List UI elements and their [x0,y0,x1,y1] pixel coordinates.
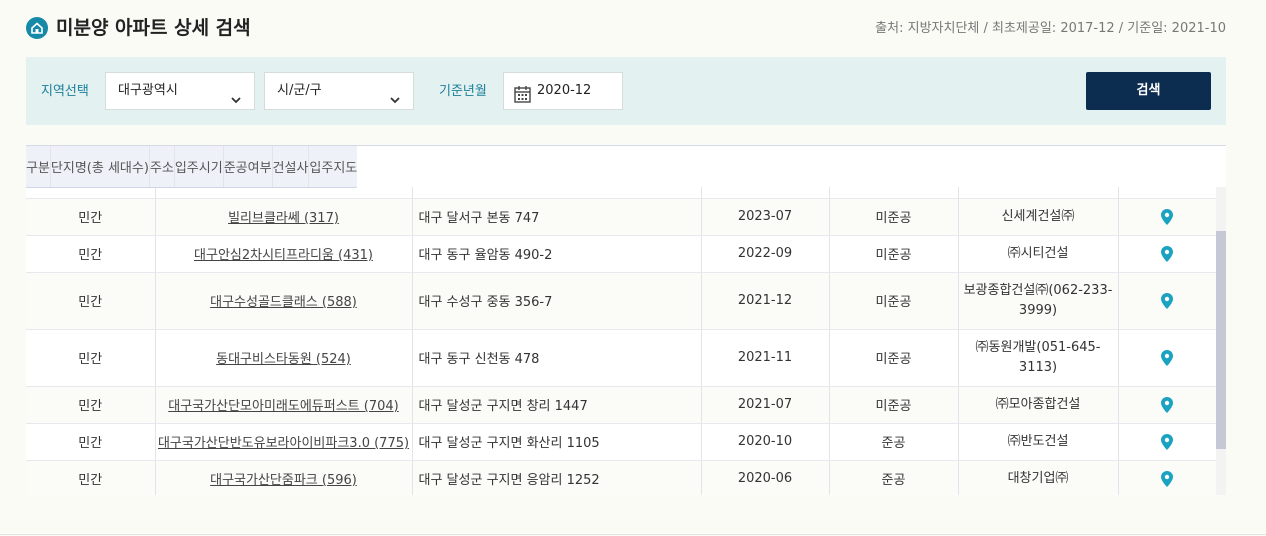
col-header-completion[interactable]: 준공여부 [223,146,273,188]
cell-type: 민간 [26,329,156,387]
scrollbar-thumb[interactable] [1216,231,1226,449]
cell-type: 민간 [26,198,156,236]
map-pin-icon[interactable] [1118,187,1216,199]
col-header-move-in[interactable]: 입주시기 [174,146,224,188]
cell-address: 대구 달성군 구지면 응암리 1252 [412,460,702,495]
complex-link[interactable]: 동대구비스타동원 (524) [216,352,351,367]
map-pin-icon[interactable] [1118,329,1216,387]
cell-builder: ㈜동원개발(051-645-3113) [958,329,1119,387]
page-header: 미분양 아파트 상세 검색 출처: 지방자치단체 / 최초제공일: 2017-1… [26,14,1226,42]
cell-move-in: 2021-07 [701,386,830,424]
search-button[interactable]: 검색 [1086,72,1211,110]
cell-address: 대구 달성군 구지면 창리 1447 [412,386,702,424]
cell-move-in: 2021-12 [701,272,830,330]
complex-link[interactable]: 대구국가산단모아미래도에듀퍼스트 (704) [168,399,398,414]
cell-type: 민간 [26,423,156,461]
cell-move-in: 2023-07 [701,198,830,236]
table-row[interactable]: 민간 동대구비스타동원 (524) 대구 동구 신천동 478 2021-11 … [26,329,1216,387]
cell-builder: 보광종합건설㈜(062-233-3999) [958,272,1119,330]
table-row[interactable]: 민간 빌리브클라쎄 (317) 대구 달서구 본동 747 2023-07 미준… [26,198,1216,236]
cell-address: 대구 달서구 본동 747 [412,198,702,236]
cell-builder: ㈜모아종합건설 [958,386,1119,424]
map-pin-icon[interactable] [1118,272,1216,330]
divider [0,534,1266,535]
table-row[interactable]: 민간 대구수성골드클래스 (588) 대구 수성구 중동 356-7 2021-… [26,272,1216,330]
cell-type: 민간 [26,386,156,424]
chevron-down-icon [230,85,242,121]
cell-move-in: 2022-09 [701,235,830,273]
table-scrollbar[interactable] [1216,187,1226,495]
filter-bar: 지역선택 대구광역시 시/군/구 기준년월 2020-12 검색 [26,57,1226,125]
table-row[interactable]: 민간 대구국가산단반도유보라아이비파크3.0 (775) 대구 달성군 구지면 … [26,423,1216,461]
col-header-builder[interactable]: 건설사 [272,146,310,188]
table-row[interactable]: 민간 대구안심2차시티프라디움 (431) 대구 동구 율암동 490-2 20… [26,235,1216,273]
table-row[interactable]: 민간 대구국가산단모아미래도에듀퍼스트 (704) 대구 달성군 구지면 창리 … [26,386,1216,424]
map-pin-icon[interactable] [1118,198,1216,236]
cell-address: 대구 수성구 중동 356-7 [412,272,702,330]
complex-link[interactable]: 빌리브클라쎄 (317) [228,211,339,226]
cell-name: 대구안심2차시티프라디움 (431) [155,235,413,273]
cell-name: 빌리브클라쎄 (317) [155,198,413,236]
cell-completion: 미준공 [829,272,959,330]
cell-name: 대구국가산단줌파크 (596) [155,460,413,495]
cell-completion: 준공 [829,460,959,495]
complex-link[interactable]: 대구국가산단반도유보라아이비파크3.0 (775) [158,436,409,451]
chevron-down-icon [389,85,401,121]
cell-name: 대구수성골드클래스 (588) [155,272,413,330]
table-row-partial [26,187,1216,199]
cell-completion: 미준공 [829,235,959,273]
table-body: 민간 빌리브클라쎄 (317) 대구 달서구 본동 747 2023-07 미준… [26,187,1216,495]
cell-name: 동대구비스타동원 (524) [155,329,413,387]
complex-link[interactable]: 대구안심2차시티프라디움 (431) [194,248,373,263]
date-label: 기준년월 [439,84,487,99]
col-header-name[interactable]: 단지명(총 세대수) [50,146,150,188]
cell-builder: ㈜반도건설 [958,423,1119,461]
table-row[interactable]: 민간 대구국가산단줌파크 (596) 대구 달성군 구지면 응암리 1252 2… [26,460,1216,495]
region-select-value: 대구광역시 [118,83,178,98]
cell-completion: 미준공 [829,329,959,387]
cell-type: 민간 [26,460,156,495]
cell-type: 민간 [26,272,156,330]
cell-builder: 신세계건설㈜ [958,198,1119,236]
district-select-value: 시/군/구 [277,83,322,98]
col-header-address[interactable]: 주소 [149,146,175,188]
table-body-scroll[interactable]: 민간 빌리브클라쎄 (317) 대구 달서구 본동 747 2023-07 미준… [26,187,1216,495]
map-pin-icon[interactable] [1118,386,1216,424]
map-pin-icon[interactable] [1118,235,1216,273]
cell-completion: 준공 [829,423,959,461]
cell-builder: 대창기업㈜ [958,460,1119,495]
map-pin-icon[interactable] [1118,423,1216,461]
date-input-value: 2020-12 [537,83,592,98]
col-header-type[interactable]: 구분 [26,146,51,188]
source-text: 출처: 지방자치단체 / 최초제공일: 2017-12 / 기준일: 2021-… [875,21,1226,36]
cell-name: 대구국가산단반도유보라아이비파크3.0 (775) [155,423,413,461]
cell-address: 대구 동구 신천동 478 [412,329,702,387]
complex-link[interactable]: 대구국가산단줌파크 (596) [210,473,357,488]
map-pin-icon[interactable] [1118,460,1216,495]
cell-move-in: 2021-11 [701,329,830,387]
region-label: 지역선택 [41,84,89,99]
cell-address: 대구 동구 율암동 490-2 [412,235,702,273]
cell-type: 민간 [26,235,156,273]
col-header-map[interactable]: 입주지도 [308,146,358,188]
cell-name: 대구국가산단모아미래도에듀퍼스트 (704) [155,386,413,424]
cell-completion: 미준공 [829,386,959,424]
cell-move-in: 2020-10 [701,423,830,461]
page-title: 미분양 아파트 상세 검색 [56,17,251,39]
home-icon [26,17,48,39]
cell-address: 대구 달성군 구지면 화산리 1105 [412,423,702,461]
results-table: 구분 단지명(총 세대수) 주소 입주시기 준공여부 건설사 입주지도 민간 빌… [26,145,1226,495]
cell-move-in: 2020-06 [701,460,830,495]
cell-builder: ㈜시티건설 [958,235,1119,273]
district-select[interactable]: 시/군/구 [264,72,414,110]
complex-link[interactable]: 대구수성골드클래스 (588) [210,295,357,310]
calendar-icon [514,82,531,118]
cell-completion: 미준공 [829,198,959,236]
date-input[interactable]: 2020-12 [503,72,623,110]
region-select[interactable]: 대구광역시 [105,72,255,110]
